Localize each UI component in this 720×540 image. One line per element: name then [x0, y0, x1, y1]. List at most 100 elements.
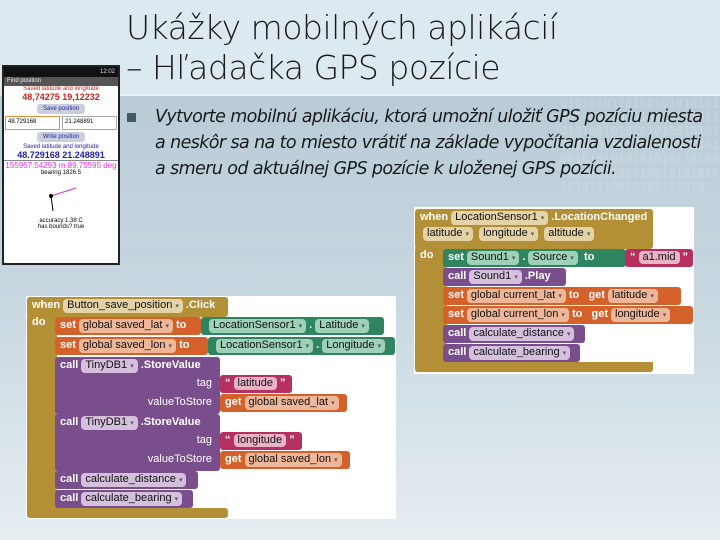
to-label: to	[568, 289, 580, 301]
param-latitude[interactable]: latitude ▾	[423, 227, 474, 241]
set-label: set	[60, 339, 76, 351]
variable-dropdown[interactable]: global saved_lat ▾	[244, 396, 339, 410]
tag-label: tag	[196, 434, 212, 446]
lon-input[interactable]: 21.248891	[62, 116, 117, 130]
distance-readout: 155957.54293 m 89.75595 deg	[5, 161, 117, 170]
param-altitude[interactable]: altitude ▾	[544, 227, 595, 241]
slide-title: Ukážky mobilných aplikácií – Hľadačka GPS…	[126, 8, 558, 88]
component-dropdown[interactable]: LocationSensor1 ▾	[209, 319, 307, 333]
set-label: set	[448, 308, 464, 320]
event-bottom	[27, 508, 228, 518]
text-block[interactable]: “a1.mid”	[625, 249, 693, 267]
variable-dropdown[interactable]: global saved_lon ▾	[78, 339, 177, 353]
when-label: when	[420, 211, 449, 223]
location-longitude-getter[interactable]: LocationSensor1 ▾. Longitude ▾	[208, 337, 395, 355]
component-dropdown[interactable]: LocationSensor1 ▾	[216, 339, 314, 353]
current-values: 48.729168 21.248891	[4, 150, 118, 161]
set-saved-lon-block[interactable]: set global saved_lon ▾ to	[55, 337, 208, 355]
procedure-dropdown[interactable]: calculate_distance ▾	[81, 473, 187, 487]
call-calculate-distance-block[interactable]: call calculate_distance ▾	[55, 471, 198, 489]
call-label: call	[60, 473, 79, 485]
dot: .	[316, 339, 320, 351]
property-dropdown[interactable]: Source ▾	[528, 251, 578, 265]
set-saved-lat-block[interactable]: set global saved_lat ▾ to	[55, 317, 201, 335]
get-saved-lon-block[interactable]: get global saved_lon ▾	[220, 451, 350, 469]
dot: .	[522, 251, 526, 263]
component-dropdown[interactable]: Sound1 ▾	[469, 270, 522, 284]
text-value[interactable]: longitude	[233, 434, 287, 447]
property-dropdown[interactable]: Longitude ▾	[322, 339, 386, 353]
call-sound-play-block[interactable]: call Sound1 ▾ .Play	[443, 268, 566, 286]
do-label: do	[420, 249, 434, 261]
set-sound-source-block[interactable]: set Sound1 ▾. Source ▾ to	[443, 249, 626, 267]
value-to-store-label: valueToStore	[147, 396, 212, 408]
text-block[interactable]: “longitude”	[220, 432, 302, 450]
title-line-1: Ukážky mobilných aplikácií	[126, 8, 558, 47]
variable-dropdown[interactable]: global saved_lon ▾	[244, 453, 342, 467]
text-value[interactable]: latitude	[233, 377, 277, 390]
component-dropdown[interactable]: LocationSensor1 ▾	[451, 211, 549, 225]
procedure-dropdown[interactable]: calculate_distance ▾	[469, 327, 575, 341]
get-saved-lat-block[interactable]: get global saved_lat ▾	[220, 394, 347, 412]
location-changed-blocks: when LocationSensor1 ▾ .LocationChanged la…	[414, 207, 694, 374]
event-block-location-changed[interactable]: when LocationSensor1 ▾ .LocationChanged la…	[415, 209, 653, 249]
method-name: .StoreValue	[140, 416, 201, 428]
call-label: call	[60, 359, 79, 371]
text-value[interactable]: a1.mid	[638, 251, 680, 264]
procedure-dropdown[interactable]: calculate_bearing ▾	[81, 492, 183, 506]
variable-dropdown[interactable]: global current_lon ▾	[466, 308, 569, 322]
save-position-button[interactable]: Save position	[36, 104, 86, 114]
get-label: get	[588, 289, 605, 301]
method-name: .StoreValue	[140, 359, 201, 371]
method-name: .Play	[524, 270, 551, 282]
compass-needle-icon	[49, 187, 77, 212]
phone-status-bar: 12:02	[4, 67, 118, 77]
set-current-lon-block[interactable]: set global current_lon ▾ to get longitude ▾	[443, 306, 693, 324]
call-calculate-bearing-block[interactable]: call calculate_bearing ▾	[443, 344, 580, 362]
saved-values: 48,74275 19,12232	[22, 92, 100, 102]
title-line-2: – Hľadačka GPS pozície	[126, 48, 501, 87]
to-label: to	[176, 319, 187, 331]
write-position-button[interactable]: Write position	[36, 132, 86, 142]
component-dropdown[interactable]: Sound1 ▾	[466, 251, 520, 265]
phone-screenshot: 12:02 Find position Saved latitude and l…	[2, 65, 120, 265]
get-label: get	[225, 453, 242, 465]
call-label: call	[60, 492, 79, 504]
dot: .	[309, 319, 313, 331]
component-dropdown[interactable]: TinyDB1 ▾	[81, 359, 138, 373]
set-current-lat-block[interactable]: set global current_lat ▾ to get latitude ▾	[443, 287, 681, 305]
lat-input[interactable]: 48.729168	[5, 116, 60, 130]
call-tinydb-store-latitude[interactable]: call TinyDB1 ▾ .StoreValue tag valueToStor…	[55, 357, 220, 414]
set-label: set	[60, 319, 76, 331]
component-dropdown[interactable]: Button_save_position ▾	[63, 299, 183, 313]
value-to-store-label: valueToStore	[147, 453, 212, 465]
phone-app-title: Find position	[4, 77, 118, 86]
set-label: set	[448, 251, 464, 263]
bullet-icon	[127, 113, 136, 122]
bullet-text: Vytvorte mobilnú aplikáciu, ktorá umožní…	[155, 107, 703, 179]
param-longitude[interactable]: longitude ▾	[479, 227, 539, 241]
get-dropdown[interactable]: latitude ▾	[607, 289, 658, 303]
call-label: call	[448, 346, 467, 358]
call-label: call	[448, 327, 467, 339]
event-block-button-click[interactable]: when Button_save_position ▾ .Click	[27, 297, 228, 317]
button-click-blocks: when Button_save_position ▾ .Click do set g…	[26, 296, 396, 519]
location-latitude-getter[interactable]: LocationSensor1 ▾. Latitude ▾	[201, 317, 384, 335]
call-tinydb-store-longitude[interactable]: call TinyDB1 ▾ .StoreValue tag valueToStor…	[55, 414, 220, 471]
text-block[interactable]: “latitude”	[220, 375, 292, 393]
variable-dropdown[interactable]: global saved_lat ▾	[78, 319, 173, 333]
event-name: .LocationChanged	[551, 211, 648, 223]
call-calculate-distance-block[interactable]: call calculate_distance ▾	[443, 325, 585, 343]
tag-label: tag	[196, 377, 212, 389]
component-dropdown[interactable]: TinyDB1 ▾	[81, 416, 138, 430]
event-name: .Click	[185, 299, 216, 311]
property-dropdown[interactable]: Latitude ▾	[315, 319, 369, 333]
call-label: call	[448, 270, 467, 282]
get-dropdown[interactable]: longitude ▾	[611, 308, 671, 322]
call-calculate-bearing-block[interactable]: call calculate_bearing ▾	[55, 490, 193, 508]
when-label: when	[32, 299, 61, 311]
to-label: to	[179, 339, 190, 351]
to-label: to	[571, 308, 583, 320]
procedure-dropdown[interactable]: calculate_bearing ▾	[469, 346, 571, 360]
variable-dropdown[interactable]: global current_lat ▾	[466, 289, 566, 303]
